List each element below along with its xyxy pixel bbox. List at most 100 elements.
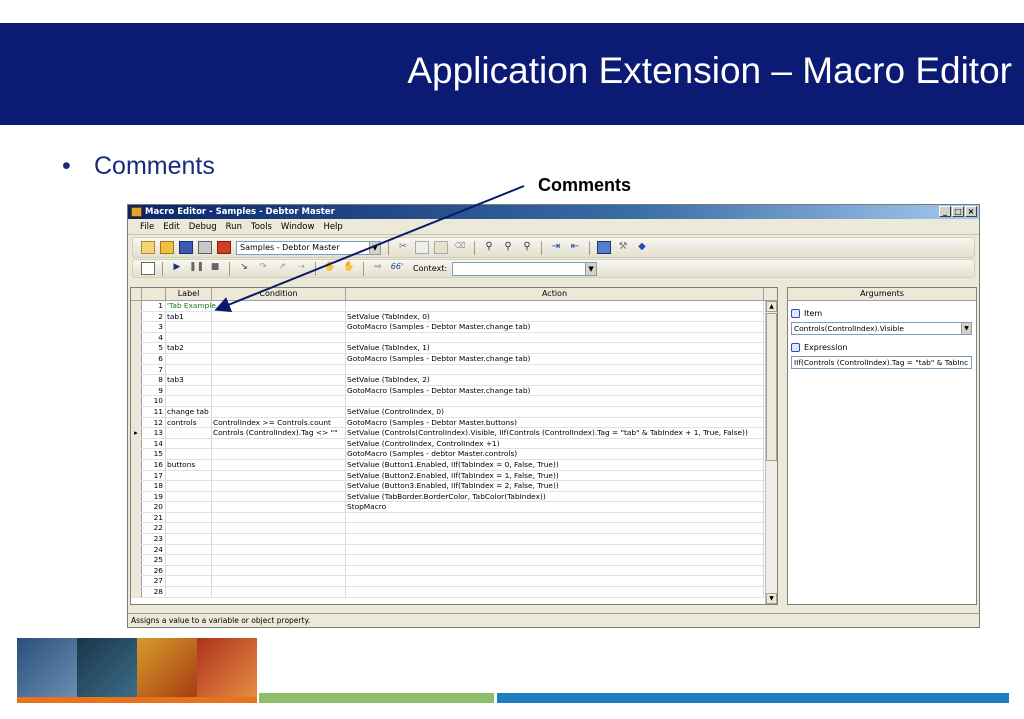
- condition-cell[interactable]: [212, 512, 346, 523]
- stop-icon[interactable]: ■: [208, 262, 222, 275]
- run-to-cursor-icon[interactable]: ⇢: [294, 262, 308, 275]
- row-selector[interactable]: [131, 449, 142, 459]
- watch-icon[interactable]: 66': [390, 262, 404, 275]
- copy-icon[interactable]: [415, 241, 429, 254]
- item-argument-select[interactable]: Controls(ControlIndex).Visible ▼: [791, 322, 972, 335]
- row-selector[interactable]: [131, 311, 142, 322]
- condition-cell[interactable]: [212, 576, 346, 587]
- condition-cell[interactable]: Controls (ControlIndex).Tag <> "": [212, 428, 346, 438]
- macro-select[interactable]: Samples - Debtor Master ▼: [236, 240, 381, 255]
- label-cell[interactable]: [166, 322, 212, 332]
- condition-cell[interactable]: [212, 301, 346, 311]
- table-row[interactable]: 21: [131, 512, 777, 524]
- label-cell[interactable]: [166, 396, 212, 406]
- table-row[interactable]: 6 GotoMacro (Samples - Debtor Master.chan…: [131, 353, 777, 365]
- replace-icon[interactable]: ⚲: [520, 241, 534, 254]
- play-icon[interactable]: ▶: [170, 262, 184, 275]
- label-cell[interactable]: [166, 481, 212, 491]
- action-cell[interactable]: [346, 523, 764, 534]
- label-cell[interactable]: tab2: [166, 343, 212, 353]
- pause-icon[interactable]: ❚❚: [189, 262, 204, 275]
- row-selector[interactable]: [131, 396, 142, 406]
- condition-cell[interactable]: [212, 534, 346, 544]
- breakpoint-icon[interactable]: ✋: [323, 262, 337, 275]
- step-over-icon[interactable]: ↷: [256, 262, 270, 275]
- action-cell[interactable]: GotoMacro (Samples - Debtor Master.chang…: [346, 322, 764, 332]
- row-selector[interactable]: ▸: [131, 428, 142, 438]
- condition-cell[interactable]: [212, 311, 346, 322]
- label-cell[interactable]: [166, 438, 212, 449]
- menu-tools[interactable]: Tools: [251, 222, 272, 232]
- delete-icon[interactable]: ⌫: [453, 241, 467, 254]
- row-selector[interactable]: [131, 353, 142, 364]
- label-cell[interactable]: tab1: [166, 311, 212, 322]
- menu-edit[interactable]: Edit: [163, 222, 179, 232]
- row-selector[interactable]: [131, 459, 142, 470]
- action-cell[interactable]: GotoMacro (Samples - Debtor Master.butto…: [346, 417, 764, 428]
- minimize-button[interactable]: _: [939, 206, 951, 217]
- label-cell[interactable]: controls: [166, 417, 212, 428]
- action-cell[interactable]: GotoMacro (Samples - Debtor Master.chang…: [346, 385, 764, 396]
- delete-row-icon[interactable]: ⇤: [568, 241, 582, 254]
- menu-file[interactable]: File: [140, 222, 154, 232]
- table-row[interactable]: 14 SetValue (ControlIndex, ControlIndex +…: [131, 438, 777, 450]
- row-selector[interactable]: [131, 417, 142, 428]
- label-cell[interactable]: [166, 523, 212, 534]
- print-icon[interactable]: [198, 241, 212, 254]
- table-row[interactable]: 22: [131, 523, 777, 535]
- label-cell[interactable]: buttons: [166, 459, 212, 470]
- label-cell[interactable]: [166, 428, 212, 438]
- run-macro-icon[interactable]: [217, 241, 231, 254]
- condition-cell[interactable]: [212, 385, 346, 396]
- label-cell[interactable]: [166, 512, 212, 523]
- table-row[interactable]: 9 GotoMacro (Samples - Debtor Master.chan…: [131, 385, 777, 397]
- table-row[interactable]: 8 tab3 SetValue (TabIndex, 2): [131, 375, 777, 386]
- cut-icon[interactable]: ✂: [396, 241, 410, 254]
- action-cell[interactable]: SetValue (TabBorder.BorderColor, TabColo…: [346, 491, 764, 502]
- column-header-condition[interactable]: Condition: [212, 288, 346, 300]
- condition-cell[interactable]: ControlIndex >= Controls.count: [212, 417, 346, 428]
- table-row[interactable]: 26: [131, 565, 777, 577]
- condition-cell[interactable]: [212, 544, 346, 555]
- paste-icon[interactable]: [434, 241, 448, 254]
- row-selector[interactable]: [131, 406, 142, 417]
- condition-cell[interactable]: [212, 353, 346, 364]
- menu-debug[interactable]: Debug: [189, 222, 217, 232]
- menu-window[interactable]: Window: [281, 222, 315, 232]
- table-row[interactable]: 11 change tab SetValue (ControlIndex, 0): [131, 406, 777, 418]
- action-cell[interactable]: SetValue (ControlIndex, 0): [346, 406, 764, 417]
- row-selector[interactable]: [131, 385, 142, 396]
- row-selector[interactable]: [131, 332, 142, 343]
- table-row[interactable]: 23: [131, 534, 777, 545]
- row-selector[interactable]: [131, 481, 142, 491]
- window-titlebar[interactable]: Macro Editor - Samples - Debtor Master _…: [128, 205, 979, 219]
- row-selector[interactable]: [131, 343, 142, 353]
- context-select[interactable]: ▼: [452, 261, 598, 276]
- action-cell[interactable]: SetValue (Button1.Enabled, IIf(TabIndex …: [346, 459, 764, 470]
- condition-cell[interactable]: [212, 523, 346, 534]
- action-cell[interactable]: SetValue (TabIndex, 2): [346, 375, 764, 385]
- label-cell[interactable]: [166, 332, 212, 343]
- action-cell[interactable]: [346, 332, 764, 343]
- next-statement-icon[interactable]: ⇨: [371, 262, 385, 275]
- table-row[interactable]: 28: [131, 587, 777, 598]
- save-icon[interactable]: [179, 241, 193, 254]
- table-row[interactable]: 15 GotoMacro (Samples - debtor Master.con…: [131, 449, 777, 460]
- action-cell[interactable]: SetValue (Controls(ControlIndex).Visible…: [346, 428, 764, 438]
- condition-cell[interactable]: [212, 470, 346, 481]
- label-cell[interactable]: [166, 449, 212, 459]
- column-header-label[interactable]: Label: [166, 288, 212, 300]
- action-cell[interactable]: [346, 512, 764, 523]
- action-cell[interactable]: [346, 544, 764, 555]
- condition-cell[interactable]: [212, 555, 346, 565]
- action-cell[interactable]: SetValue (TabIndex, 1): [346, 343, 764, 353]
- condition-cell[interactable]: [212, 364, 346, 375]
- row-selector[interactable]: [131, 322, 142, 332]
- label-cell[interactable]: [166, 576, 212, 587]
- table-row[interactable]: 19 SetValue (TabBorder.BorderColor, TabCo…: [131, 491, 777, 503]
- new-macro-icon[interactable]: [141, 241, 155, 254]
- close-button[interactable]: ×: [965, 206, 977, 217]
- condition-cell[interactable]: [212, 406, 346, 417]
- action-cell[interactable]: [346, 576, 764, 587]
- action-cell[interactable]: [346, 555, 764, 565]
